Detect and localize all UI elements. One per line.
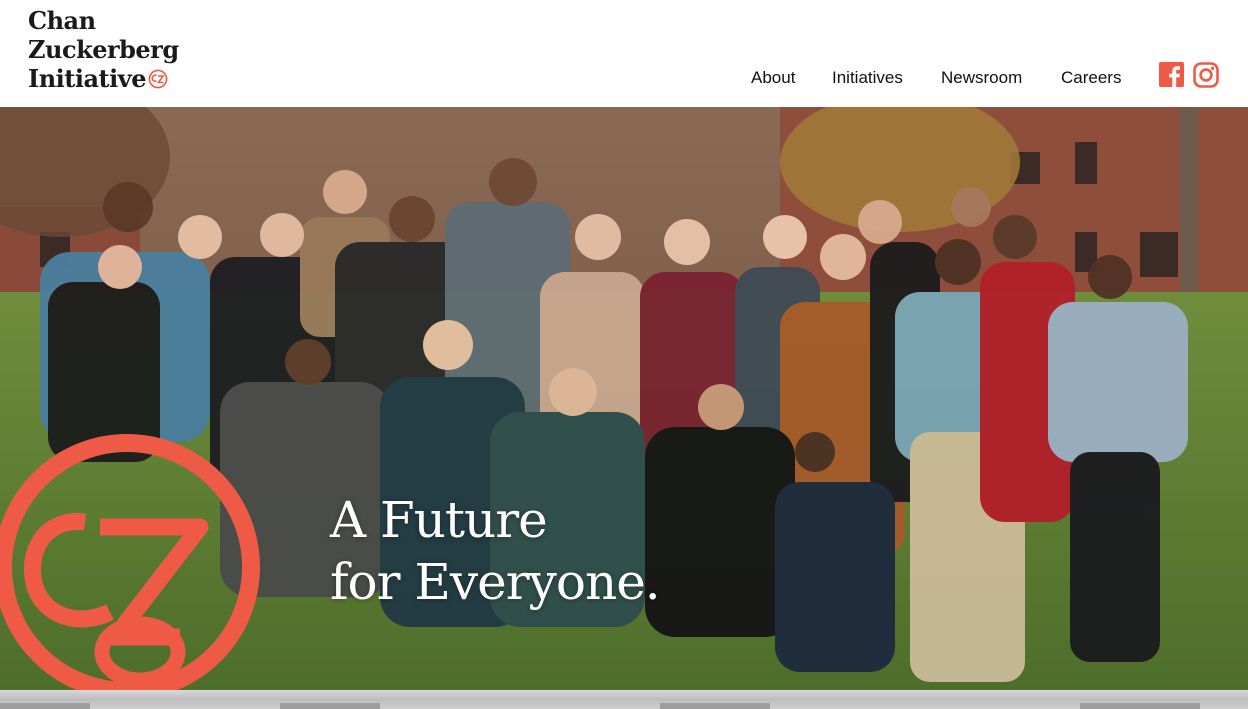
strip-segment <box>280 703 380 709</box>
main-nav: About Initiatives Newsroom Careers <box>0 68 1248 92</box>
strip-segment <box>0 703 90 709</box>
logo-line-chan: Chan <box>28 6 96 35</box>
strip-segment <box>660 703 770 709</box>
strip-segment <box>1080 703 1200 709</box>
hero-headline: A Future for Everyone. <box>330 489 661 613</box>
bottom-strip <box>0 690 1248 709</box>
hero-headline-line1: A Future <box>330 491 548 549</box>
nav-newsroom[interactable]: Newsroom <box>941 68 1022 88</box>
czi-hero-mark-icon <box>0 434 260 690</box>
facebook-icon[interactable] <box>1159 62 1184 87</box>
nav-about[interactable]: About <box>751 68 795 88</box>
nav-careers[interactable]: Careers <box>1061 68 1121 88</box>
hero-headline-line2: for Everyone. <box>330 553 661 611</box>
logo-line-zuckerberg: Zuckerberg <box>28 35 179 64</box>
hero-section: A Future for Everyone. <box>0 107 1248 690</box>
instagram-icon[interactable] <box>1193 62 1219 88</box>
site-header: Chan Zuckerberg Initiative About Initiat… <box>0 0 1248 107</box>
nav-initiatives[interactable]: Initiatives <box>832 68 903 88</box>
